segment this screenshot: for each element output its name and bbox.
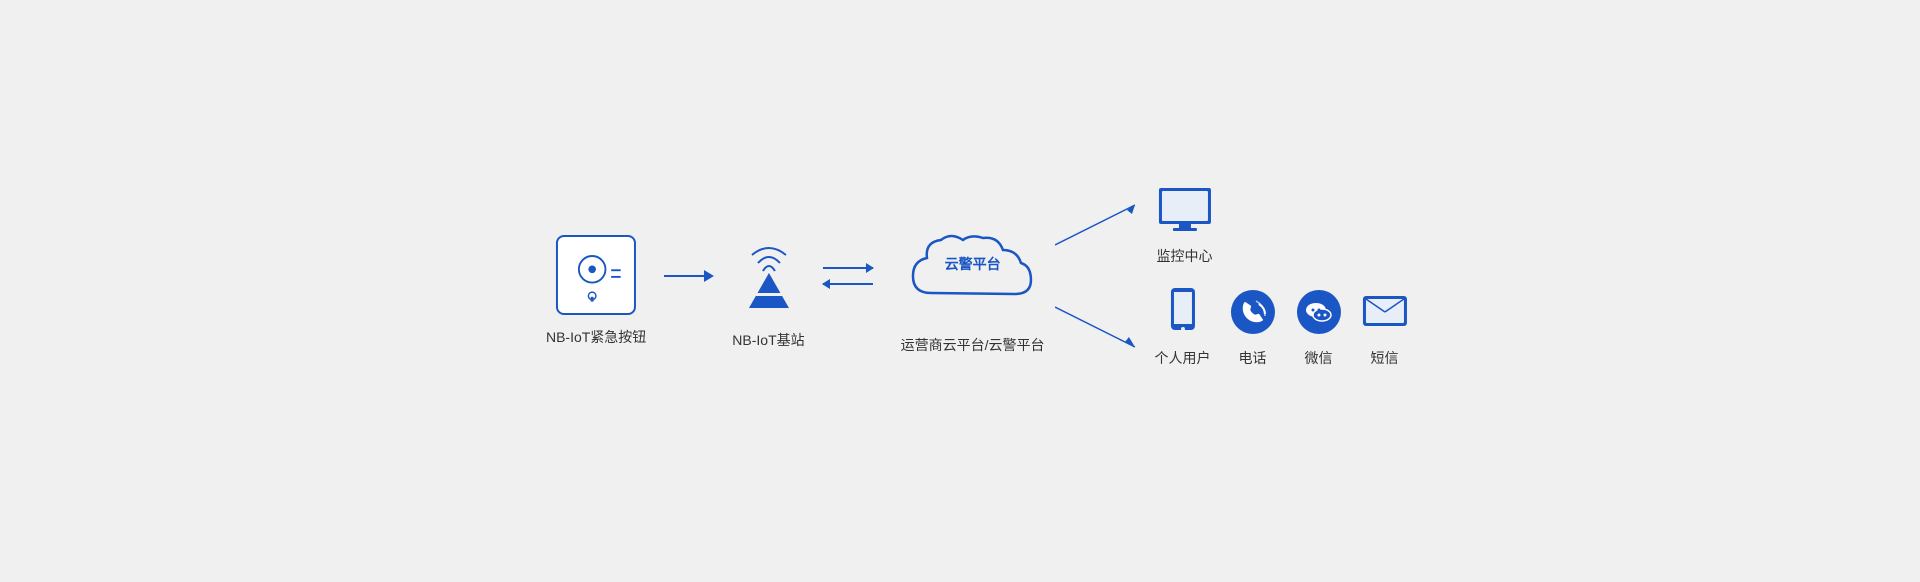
contacts-branch: 个人用户 电话: [1055, 286, 1409, 368]
branch-line-bottom: [1055, 302, 1145, 352]
arrow-to-station: [664, 266, 714, 286]
branch-line-top: [1055, 200, 1145, 250]
phone-call-icon: [1229, 288, 1277, 336]
nb-button-icon: [556, 235, 636, 315]
diagram-layout: NB-IoT紧急按钮 NB-IoT基站 云警平台 运营商云平台/云警平台: [546, 184, 1409, 398]
phone-label: 电话: [1239, 348, 1267, 368]
wechat-icon: [1295, 288, 1343, 336]
double-arrow: [823, 261, 883, 291]
phone-node: 电话: [1229, 288, 1277, 368]
cloud-icon: 云警平台: [903, 228, 1043, 323]
nb-button-label: NB-IoT紧急按钮: [546, 327, 646, 347]
personal-user-node: 个人用户: [1155, 286, 1211, 368]
contacts-row: 个人用户 电话: [1155, 286, 1409, 368]
monitor-icon: [1155, 184, 1215, 234]
mobile-phone-icon: [1168, 286, 1198, 336]
cloud-platform-node: 云警平台 运营商云平台/云警平台: [901, 228, 1045, 355]
monitor-branch: 监控中心: [1055, 184, 1409, 266]
right-branch-section: 监控中心 个人用户: [1055, 184, 1409, 368]
cloud-label: 云警平台: [945, 254, 1001, 274]
nb-station-label: NB-IoT基站: [732, 330, 804, 350]
wechat-label: 微信: [1305, 348, 1333, 368]
monitor-label: 监控中心: [1157, 246, 1213, 266]
nb-button-node: NB-IoT紧急按钮: [546, 235, 646, 347]
nb-station-node: NB-IoT基站: [732, 233, 804, 350]
monitor-center-node: 监控中心: [1155, 184, 1215, 266]
wechat-node: 微信: [1295, 288, 1343, 368]
personal-user-label: 个人用户: [1155, 348, 1211, 368]
sms-label: 短信: [1371, 348, 1399, 368]
tower-icon: [733, 233, 803, 318]
sms-node: 短信: [1361, 294, 1409, 368]
cloud-platform-label: 运营商云平台/云警平台: [901, 335, 1045, 355]
sms-icon: [1361, 294, 1409, 336]
